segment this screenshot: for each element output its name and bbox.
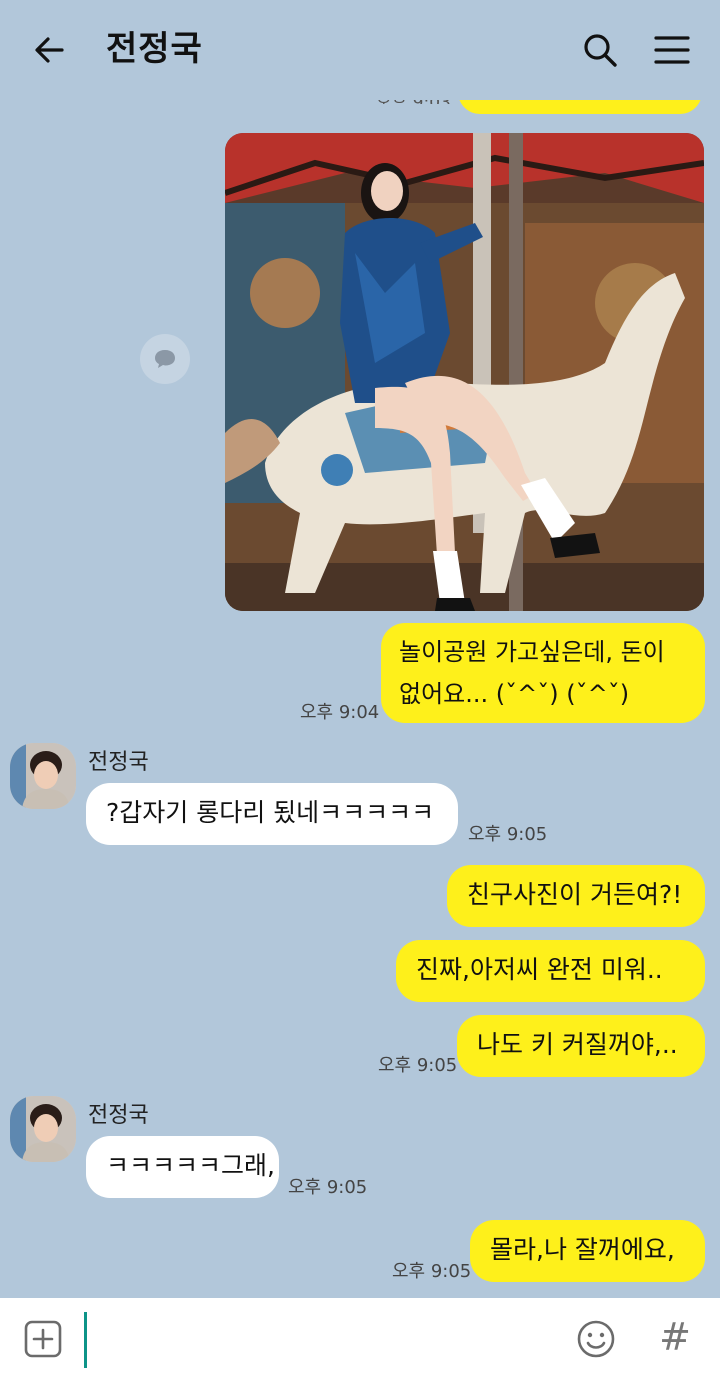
menu-button[interactable] (650, 28, 694, 72)
message-text: ㅋㅋㅋㅋㅋ그래, (106, 1151, 275, 1180)
profile-photo-image (10, 1096, 76, 1162)
hamburger-menu-icon (654, 36, 690, 64)
message-time: 오후 9:04 (300, 702, 380, 723)
profile-photo-image (10, 743, 76, 809)
message-time: 오후 9:05 (378, 1055, 458, 1076)
message-input-bar: # (0, 1298, 720, 1382)
arrow-left-icon (35, 37, 64, 63)
emoji-button[interactable] (575, 1318, 617, 1360)
chat-header: 전정국 (0, 0, 720, 100)
message-time: 오후 9:05 (468, 824, 548, 845)
search-button[interactable] (578, 28, 622, 72)
message-text-line: 없어요... (ˇ^ˇ) (ˇ^ˇ) (399, 680, 630, 708)
my-message-bubble[interactable]: 진짜,아저씨 완전 미워.. (396, 940, 705, 1002)
shared-photo[interactable] (225, 133, 704, 611)
message-time: 오후 9:05 (288, 1177, 368, 1198)
share-button[interactable] (140, 334, 190, 384)
sender-name: 전정국 (88, 1103, 149, 1128)
back-button[interactable] (30, 30, 70, 70)
message-text: 진짜,아저씨 완전 미워.. (416, 955, 663, 984)
message-text-line: 놀이공원 가고싶은데, 돈이 (399, 638, 665, 666)
their-message-bubble[interactable]: ㅋㅋㅋㅋㅋ그래, (86, 1136, 279, 1198)
speech-bubble-icon (155, 350, 175, 368)
my-message-bubble[interactable]: 나도 키 커질꺼야,.. (457, 1015, 705, 1077)
avatar[interactable] (10, 1096, 76, 1162)
avatar[interactable] (10, 743, 76, 809)
message-input[interactable] (84, 1312, 87, 1368)
plus-square-icon (24, 1320, 62, 1358)
message-text: 친구사진이 거든여?! (467, 880, 683, 909)
sender-name: 전정국 (88, 750, 149, 775)
their-message-bubble[interactable]: ?갑자기 롱다리 됬네ㅋㅋㅋㅋㅋ (86, 783, 458, 845)
carousel-photo-image (225, 133, 704, 611)
message-text: 몰라,나 잘꺼에요, (490, 1235, 675, 1264)
my-message-bubble[interactable]: 몰라,나 잘꺼에요, (470, 1220, 705, 1282)
my-message-bubble[interactable]: 친구사진이 거든여?! (447, 865, 705, 927)
hashtag-button[interactable]: # (655, 1312, 695, 1362)
search-icon (584, 34, 617, 67)
message-text: 나도 키 커질꺼야,.. (477, 1030, 678, 1059)
attach-button[interactable] (22, 1318, 64, 1360)
message-text: ?갑자기 롱다리 됬네ㅋㅋㅋㅋㅋ (106, 798, 435, 827)
message-time: 오후 9:05 (392, 1261, 472, 1282)
emoji-icon (577, 1320, 615, 1358)
chat-title: 전정국 (106, 29, 203, 69)
my-message-bubble[interactable]: 놀이공원 가고싶은데, 돈이 없어요... (ˇ^ˇ) (ˇ^ˇ) (381, 623, 705, 723)
